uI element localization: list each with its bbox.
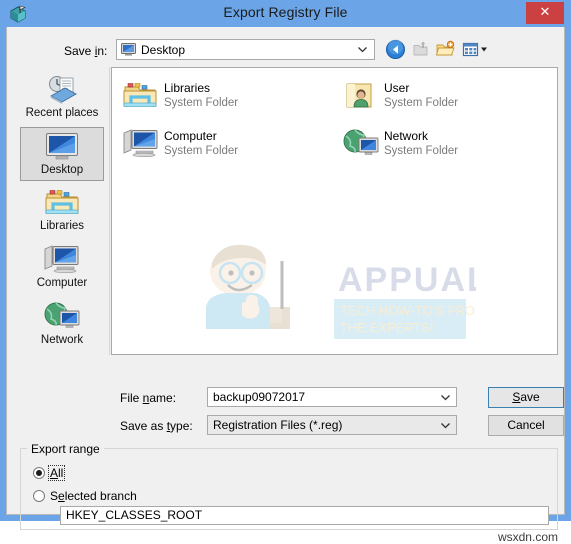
sidebar-item-label: Network	[40, 334, 84, 346]
list-item-type: System Folder	[164, 145, 239, 157]
export-range-legend: Export range	[27, 442, 104, 456]
radio-selected-branch-label: Selected branch	[50, 489, 137, 503]
file-name-input[interactable]: backup09072017	[207, 387, 457, 407]
list-item-name: Libraries	[164, 81, 211, 95]
list-item-type: System Folder	[164, 97, 239, 109]
save-in-combobox[interactable]: Desktop	[116, 39, 375, 60]
save-in-value: Desktop	[141, 43, 186, 57]
sidebar-item-label: Desktop	[40, 164, 84, 176]
sidebar-item-libraries[interactable]: Libraries	[20, 184, 104, 238]
save-as-type-value: Registration Files (*.reg)	[213, 418, 343, 432]
export-registry-file-dialog: Export Registry File ✕ Save in: Desktop	[0, 0, 571, 544]
watermark-brand: APPUALS	[338, 261, 476, 299]
list-item[interactable]: Network System Folder	[338, 126, 538, 166]
dialog-client-area: Save in: Desktop Recent places Desktop L…	[6, 27, 565, 544]
cancel-button[interactable]: Cancel	[488, 415, 564, 436]
back-button[interactable]	[385, 39, 406, 60]
chevron-down-icon[interactable]	[440, 420, 451, 431]
radio-export-all-label: All	[47, 465, 66, 481]
save-as-type-label: Save as type:	[120, 419, 193, 433]
libraries-folder-icon	[122, 80, 158, 114]
sidebar-item-label: Computer	[36, 277, 88, 289]
computer-icon	[122, 128, 158, 162]
list-item[interactable]: Libraries System Folder	[118, 78, 318, 118]
close-button[interactable]: ✕	[526, 2, 564, 24]
views-button[interactable]	[461, 39, 491, 60]
list-item[interactable]: Computer System Folder	[118, 126, 318, 166]
watermark-tagline-2: THE EXPERTS!	[340, 320, 434, 335]
window-title: Export Registry File	[223, 4, 348, 20]
list-item[interactable]: User System Folder	[338, 78, 538, 118]
file-name-label: File name:	[120, 391, 177, 405]
new-folder-button[interactable]	[435, 39, 456, 60]
sidebar-item-computer[interactable]: Computer	[20, 241, 104, 295]
sidebar-item-label: Recent places	[25, 107, 99, 119]
list-item-name: User	[384, 81, 410, 95]
computer-icon	[20, 244, 104, 276]
selected-branch-value: HKEY_CLASSES_ROOT	[66, 508, 203, 522]
network-icon	[342, 128, 379, 162]
list-item-name: Network	[384, 129, 429, 143]
save-as-type-select[interactable]: Registration Files (*.reg)	[207, 415, 457, 435]
network-icon	[20, 301, 104, 333]
radio-button-icon	[33, 467, 45, 479]
sidebar-item-desktop[interactable]: Desktop	[20, 127, 104, 181]
list-item-type: System Folder	[384, 145, 459, 157]
up-one-level-button[interactable]	[411, 39, 432, 60]
save-in-label: Save in:	[64, 44, 108, 58]
libraries-icon	[20, 187, 104, 219]
list-item-name: Computer	[164, 129, 217, 143]
desktop-icon	[121, 43, 136, 56]
site-watermark: wsxdn.com	[497, 530, 558, 544]
file-name-value: backup09072017	[213, 390, 306, 404]
title-bar: Export Registry File ✕	[0, 0, 571, 27]
recent-places-icon	[20, 74, 104, 106]
sidebar-item-network[interactable]: Network	[20, 298, 104, 352]
places-sidebar: Recent places Desktop Libraries Computer…	[14, 67, 110, 355]
watermark-tagline-1: TECH HOW-TO'S FROM	[340, 303, 476, 318]
selected-branch-input[interactable]: HKEY_CLASSES_ROOT	[60, 506, 549, 525]
radio-button-icon	[33, 490, 45, 502]
appuals-watermark: APPUALS TECH HOW-TO'S FROM THE EXPERTS!	[186, 233, 512, 348]
desktop-icon	[21, 131, 103, 163]
chevron-down-icon	[357, 44, 368, 55]
close-icon: ✕	[539, 4, 551, 19]
save-button[interactable]: Save	[488, 387, 564, 408]
sidebar-item-label: Libraries	[39, 220, 85, 232]
list-item-type: System Folder	[384, 97, 459, 109]
file-list[interactable]: Libraries System Folder User System Fold…	[111, 67, 558, 355]
sidebar-item-recent-places[interactable]: Recent places	[20, 71, 104, 125]
chevron-down-icon[interactable]	[440, 392, 451, 403]
user-folder-icon	[342, 80, 378, 114]
